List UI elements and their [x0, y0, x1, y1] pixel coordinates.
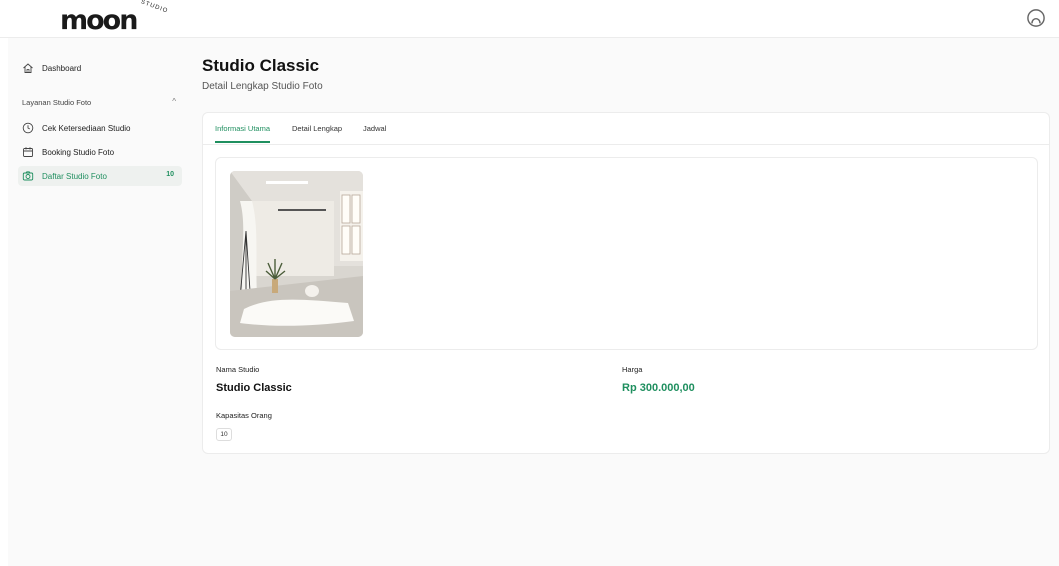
sidebar-item-booking[interactable]: Booking Studio Foto [18, 142, 182, 162]
image-panel [215, 157, 1038, 350]
logo-wordmark: moon [60, 5, 138, 36]
logo-subtext: STUDIO [139, 0, 169, 15]
camera-icon [22, 171, 34, 181]
sidebar-group-layanan[interactable]: Layanan Studio Foto ^ [22, 97, 176, 107]
sidebar-item-label: Daftar Studio Foto [42, 171, 107, 181]
sidebar: Dashboard Layanan Studio Foto ^ Cek Kete… [8, 38, 190, 566]
capacity-label: Kapasitas Orang [216, 411, 272, 420]
top-bar: moon STUDIO [0, 0, 1059, 38]
home-icon [23, 63, 33, 73]
sidebar-group-label: Layanan Studio Foto [22, 98, 92, 107]
price-label: Harga [622, 365, 643, 374]
studio-logo[interactable]: moon STUDIO [60, 0, 169, 36]
calendar-icon [23, 147, 33, 157]
tab-jadwal[interactable]: Jadwal [363, 124, 386, 141]
tab-detail-lengkap[interactable]: Detail Lengkap [292, 124, 342, 141]
sidebar-item-label: Cek Ketersediaan Studio [42, 123, 131, 133]
clock-icon [22, 122, 34, 134]
studio-name-label: Nama Studio [216, 365, 260, 374]
studio-photo[interactable] [230, 171, 363, 337]
page-subtitle: Detail Lengkap Studio Foto [202, 81, 323, 92]
capacity-chip: 10 [216, 428, 232, 441]
sidebar-item-label: Booking Studio Foto [42, 147, 115, 157]
tab-informasi-utama[interactable]: Informasi Utama [215, 124, 271, 143]
tab-bar: Informasi Utama Detail Lengkap Jadwal [203, 113, 1049, 145]
price-value: Rp 300.000,00 [622, 382, 695, 394]
sidebar-item-dashboard[interactable]: Dashboard [18, 58, 182, 78]
count-badge: 10 [166, 171, 174, 178]
user-avatar-icon[interactable] [1027, 9, 1045, 27]
sidebar-item-label: Dashboard [42, 63, 82, 73]
studio-name-value: Studio Classic [216, 382, 292, 394]
page-title: Studio Classic [202, 56, 320, 75]
chevron-up-icon[interactable]: ^ [172, 97, 176, 106]
studio-detail-card: Informasi Utama Detail Lengkap Jadwal Na… [202, 112, 1050, 454]
sidebar-item-daftar-studio[interactable]: Daftar Studio Foto 10 [18, 166, 182, 186]
sidebar-item-cek-ketersediaan[interactable]: Cek Ketersediaan Studio [18, 118, 182, 138]
